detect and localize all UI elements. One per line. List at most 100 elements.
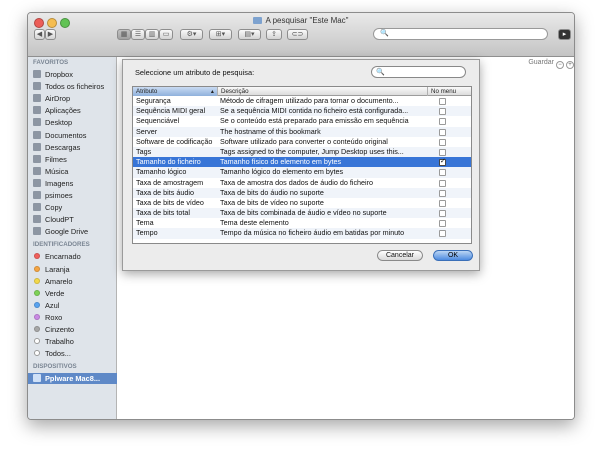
action-menu-button[interactable]: ⚙▾ [180,29,203,40]
table-row[interactable]: Taxa de amostragem Taxa de amostra dos da… [133,178,471,188]
table-row[interactable]: Taxa de bits de vídeo Taxa de bits de víd… [133,198,471,208]
in-menu-checkbox[interactable] [439,230,446,238]
attribute-cell: Sequência MIDI geral [136,106,206,116]
ok-button[interactable]: OK [433,250,473,261]
description-cell: Se o conteúdo está preparado para emissã… [220,116,409,126]
sidebar-item-psimoes[interactable]: psimoes [33,190,116,201]
in-menu-checkbox[interactable] [439,128,446,136]
forward-button[interactable]: ▶ [45,29,56,40]
description-cell: Tamanho físico do elemento em bytes [220,157,342,167]
description-cell: Tamanho lógico do elemento em bytes [220,167,344,177]
finder-search-input[interactable]: 🔍 [373,28,548,40]
in-menu-checkbox[interactable] [439,98,446,105]
in-menu-checkbox[interactable] [439,138,446,146]
tag-color-icon [34,350,40,357]
sidebar-item-desktop[interactable]: Desktop [33,117,116,128]
sidebar-item-aplica-es[interactable]: Aplicações [33,105,116,116]
attribute-cell: Taxa de bits áudio [136,187,194,197]
tag-color-icon [34,253,40,260]
sidebar-item-google-drive[interactable]: Google Drive [33,226,116,237]
remove-criteria-icon[interactable]: − [556,61,564,69]
table-row[interactable]: Taxa de bits áudio Taxa de bits do áudio … [133,187,471,198]
in-menu-checkbox[interactable] [439,169,446,177]
save-search-button[interactable]: Guardar [528,59,554,66]
table-row[interactable]: Taxa de bits total Taxa de bits combinada… [133,208,471,219]
tag-color-icon [34,265,40,272]
in-menu-checkbox[interactable] [439,118,446,126]
table-row[interactable]: Tempo Tempo da música no ficheiro áudio e… [133,228,471,239]
table-row[interactable]: Software de codificação Software utilizad… [133,137,471,147]
sidebar-item-label: Pplware Mac8... [45,374,101,384]
documents-icon [33,130,41,139]
sidebar-item-verde[interactable]: Verde [33,288,116,299]
chevron-right-icon: ▶ [47,31,54,38]
tag-icon: ⊂⊃ [291,31,304,38]
in-menu-checkbox[interactable] [439,179,446,187]
table-row[interactable]: Sequenciável Se o conteúdo está preparado… [133,116,471,126]
sidebar-item-airdrop[interactable]: AirDrop [33,93,116,104]
sidebar-item-label: AirDrop [45,94,71,104]
all-files-icon [33,82,41,91]
sidebar-item-azul[interactable]: Azul [33,300,116,311]
view-options-button[interactable]: ▤▾ [238,29,261,40]
back-button[interactable]: ◀ [34,29,45,40]
sidebar-item-label: Encarnado [45,252,81,262]
sidebar-item-encarnado[interactable]: Encarnado [33,251,116,262]
coverflow-view-button[interactable]: ▭ [159,29,173,40]
column-view-button[interactable]: ▥ [145,29,159,40]
sidebar-item-label: Azul [45,300,60,310]
tags-button[interactable]: ⊂⊃ [287,29,308,40]
table-row[interactable]: Sequência MIDI geral Se a sequência MIDI … [133,106,471,117]
movies-icon [33,154,41,163]
description-cell: Taxa de bits de vídeo no suporte [220,197,324,207]
in-menu-checkbox[interactable] [439,157,446,167]
terminal-button[interactable]: ▸ [558,29,571,40]
sidebar-item-m-sica[interactable]: Música [33,166,116,177]
attribute-search-input[interactable]: 🔍 [371,66,466,78]
cancel-button[interactable]: Cancelar [377,250,423,261]
sidebar-item-cinzento[interactable]: Cinzento [33,324,116,335]
sidebar-item-filmes[interactable]: Filmes [33,154,116,165]
column-header-description[interactable]: Descrição [218,87,428,96]
in-menu-checkbox[interactable] [439,108,446,116]
table-row[interactable]: Tamanho do ficheiro Tamanho físico do ele… [133,157,471,168]
sidebar-item-todos-os-ficheiros[interactable]: Todos os ficheiros [33,81,116,92]
sidebar-item-laranja[interactable]: Laranja [33,264,116,275]
sidebar-item-cloudpt[interactable]: CloudPT [33,214,116,225]
table-row[interactable]: Segurança Método de cifragem utilizado pa… [133,96,471,106]
arrange-menu-button[interactable]: ⊞▾ [209,29,232,40]
sidebar-item-label: Cinzento [45,325,75,334]
table-row[interactable]: Tema Tema deste elemento [133,218,471,228]
in-menu-checkbox[interactable] [439,189,446,197]
list-view-button[interactable]: ☰ [131,29,145,40]
sidebar-item-descargas[interactable]: Descargas [33,142,116,153]
sidebar-item-todos[interactable]: Todos... [33,348,116,359]
sidebar-item-copy[interactable]: Copy [33,202,116,213]
attribute-picker-sheet: Seleccione um atributo de pesquisa: 🔍 At… [122,59,480,271]
tag-color-icon [34,313,40,320]
table-row[interactable]: Server The hostname of this bookmark [133,126,471,137]
arrange-icon: ⊞▾ [215,31,226,38]
sidebar-item-amarelo[interactable]: Amarelo [33,276,116,287]
column-header-in-menu[interactable]: No menu [428,87,471,96]
column-header-attribute[interactable]: Atributo ▴ [133,87,218,96]
sidebar-item-label: Laranja [45,264,70,274]
table-row[interactable]: Tamanho lógico Tamanho lógico do elemento… [133,167,471,178]
sidebar-item-pplware-mac8[interactable]: Pplware Mac8... [28,373,117,385]
in-menu-checkbox[interactable] [439,199,446,207]
sidebar-item-documentos[interactable]: Documentos [33,130,116,141]
share-button[interactable]: ⇪ [266,29,282,40]
sidebar-item-dropbox[interactable]: Dropbox [33,69,116,80]
description-cell: Taxa de bits combinada de áudio e vídeo … [220,208,387,218]
sidebar-item-imagens[interactable]: Imagens [33,178,116,189]
add-criteria-icon[interactable]: + [566,61,574,69]
in-menu-checkbox[interactable] [439,220,446,228]
sidebar-item-label: Todos... [45,349,71,359]
table-row[interactable]: Tags Tags assigned to the computer, Jump … [133,146,471,158]
sidebar-item-trabalho[interactable]: Trabalho [33,336,116,347]
in-menu-checkbox[interactable] [439,148,446,156]
sidebar-item-roxo[interactable]: Roxo [33,312,116,323]
icon-view-button[interactable]: ▦ [117,29,131,40]
attribute-cell: Segurança [136,96,171,105]
in-menu-checkbox[interactable] [439,210,446,218]
